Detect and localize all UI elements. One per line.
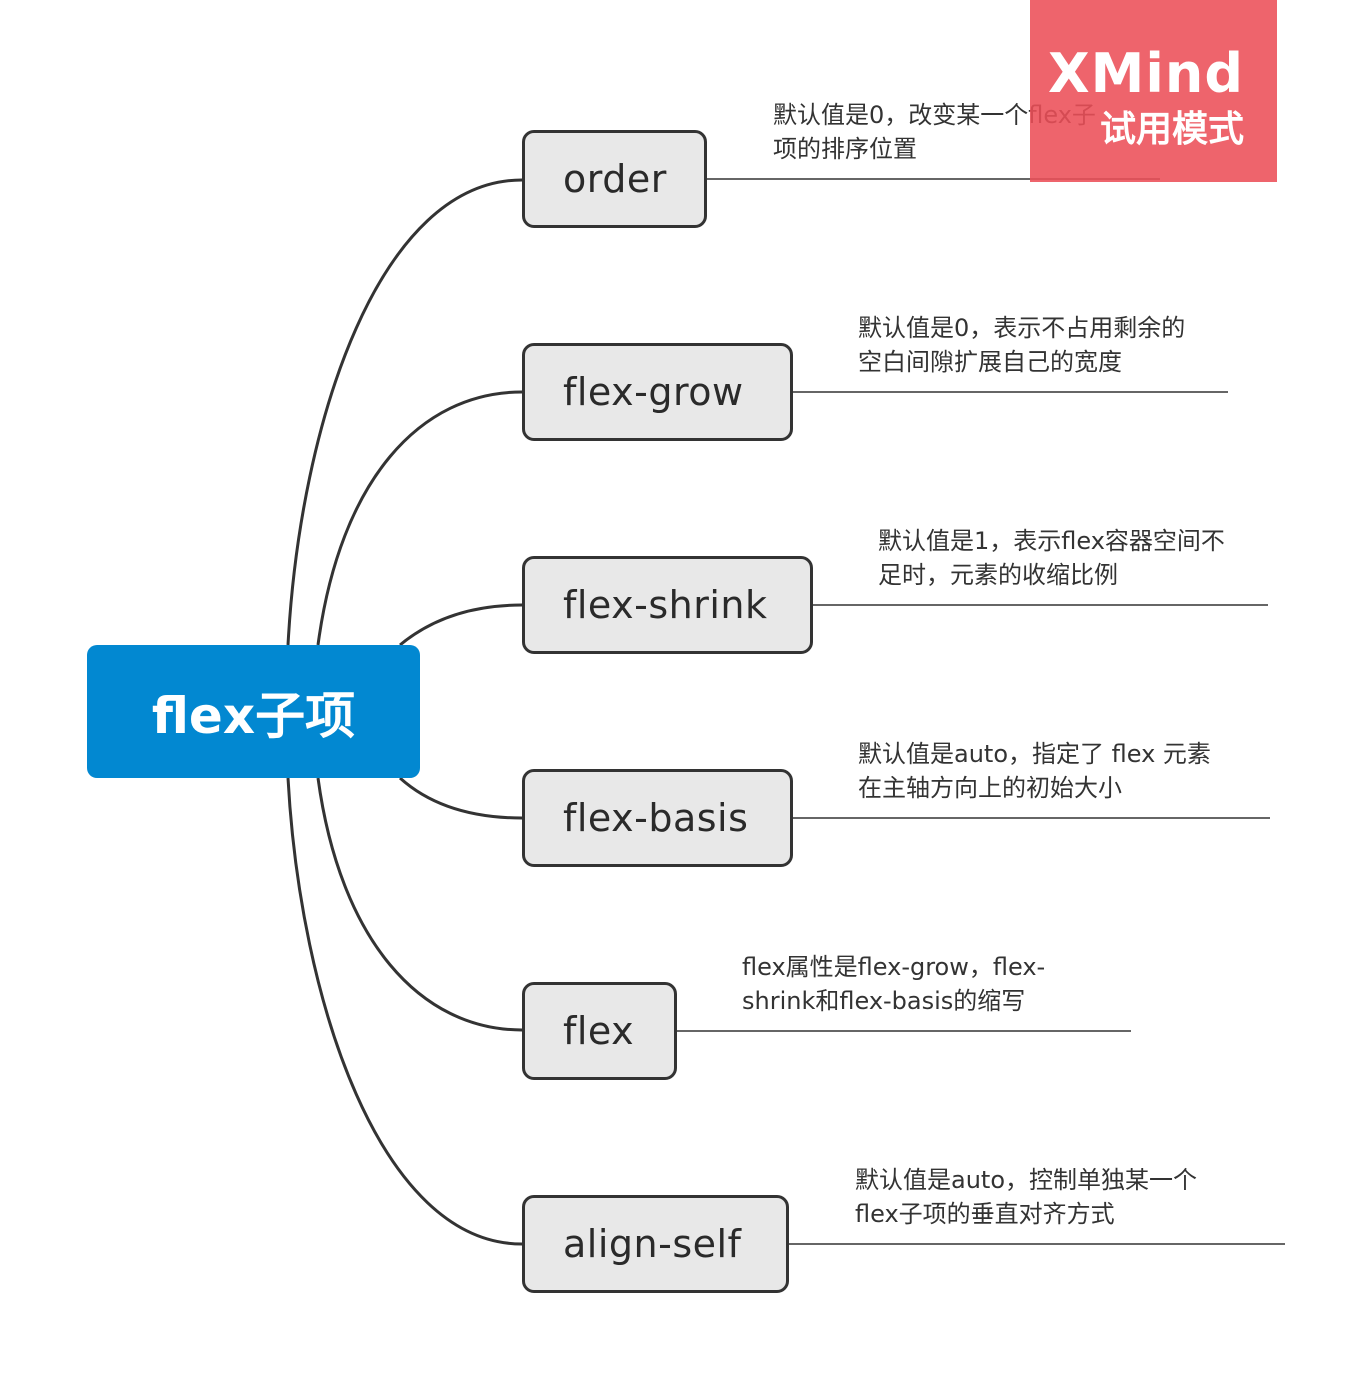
branch-topic-flex-shrink[interactable]: flex-shrink <box>522 556 813 654</box>
mind-map-canvas: flex子项 order 默认值是0，改变某一个flex子 项的排序位置 fle… <box>0 0 1370 1380</box>
note-line: 默认值是auto，指定了 flex 元素 <box>858 740 1211 768</box>
branch-topic-align-self[interactable]: align-self <box>522 1195 789 1293</box>
branch-topic-flex-basis[interactable]: flex-basis <box>522 769 793 867</box>
note-line: 在主轴方向上的初始大小 <box>858 774 1122 802</box>
watermark-brand: XMind <box>1048 42 1244 105</box>
note-line: 空白间隙扩展自己的宽度 <box>858 348 1122 376</box>
note-flex: flex属性是flex-grow，flex- shrink和flex-basis… <box>742 950 1045 1018</box>
note-line: 默认值是1，表示flex容器空间不 <box>878 527 1225 555</box>
note-line: flex属性是flex-grow，flex- <box>742 953 1046 981</box>
branch-label: flex-basis <box>563 796 749 840</box>
note-line: shrink和flex-basis的缩写 <box>742 987 1026 1015</box>
note-line: 默认值是auto，控制单独某一个 <box>855 1166 1198 1194</box>
note-line: 默认值是0，表示不占用剩余的 <box>858 314 1186 342</box>
note-align-self: 默认值是auto，控制单独某一个 flex子项的垂直对齐方式 <box>855 1163 1197 1231</box>
branch-label: flex <box>563 1009 635 1053</box>
branch-label: flex-grow <box>563 370 744 414</box>
connector-flex-basis <box>398 776 523 820</box>
connector-align-self <box>286 777 523 1246</box>
note-flex-shrink: 默认值是1，表示flex容器空间不 足时，元素的收缩比例 <box>878 524 1225 592</box>
note-flex-grow: 默认值是0，表示不占用剩余的 空白间隙扩展自己的宽度 <box>858 311 1185 379</box>
connector-flex-shrink <box>399 603 523 647</box>
root-topic[interactable]: flex子项 <box>87 645 420 778</box>
connector-order <box>286 178 523 646</box>
note-line: flex子项的垂直对齐方式 <box>855 1200 1115 1228</box>
trial-watermark: XMind 试用模式 <box>1030 0 1277 182</box>
root-topic-label: flex子项 <box>151 686 356 745</box>
note-line: 足时，元素的收缩比例 <box>878 561 1118 589</box>
branch-label: order <box>563 157 667 201</box>
branch-topic-flex-grow[interactable]: flex-grow <box>522 343 793 441</box>
branch-label: flex-shrink <box>563 583 768 627</box>
note-flex-basis: 默认值是auto，指定了 flex 元素 在主轴方向上的初始大小 <box>858 737 1211 805</box>
branch-label: align-self <box>563 1222 742 1266</box>
branch-topic-flex[interactable]: flex <box>522 982 677 1080</box>
watermark-mode: 试用模式 <box>1099 109 1244 150</box>
branch-topic-order[interactable]: order <box>522 130 707 228</box>
